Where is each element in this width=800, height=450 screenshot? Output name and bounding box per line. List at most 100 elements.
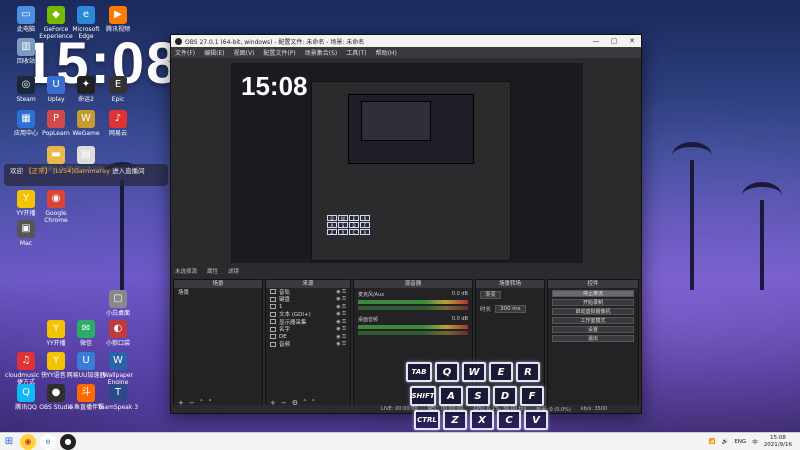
mixer-track: 麦克风/Aux 0.0 dB [354, 288, 472, 313]
obs-taskbar-icon[interactable]: ● [60, 433, 76, 450]
source-item[interactable]: 音频 ◉ ⚿ [266, 341, 350, 348]
key-x: X [470, 410, 494, 430]
obs-dock-panels: 场景 场景 + − ˄ ˅ 来源 音轨 ◉ ⚿ 键盘 ◉ ⚿ 1 ◉ ⚿ 文本 (GDI+) ◉ ⚿… [171, 279, 641, 409]
notification-user: 【正常】 [LV54]Gammaray [25, 167, 111, 175]
minimize-button[interactable]: — [587, 37, 605, 45]
source-type-icon [270, 289, 276, 295]
app-icon: ▶ [109, 6, 127, 24]
source-status-line: 未选择源 属性 滤镜 [171, 265, 641, 277]
menu-item[interactable]: 帮助(H) [376, 48, 397, 57]
scene-item[interactable]: 场景 [174, 288, 262, 296]
track-db: 0.0 dB [451, 291, 468, 297]
source-type-icon [270, 296, 276, 302]
preview-key: Z [327, 229, 337, 235]
windows-start-icon[interactable]: ⊞ [0, 433, 18, 450]
no-source-label: 未选择源 [175, 269, 198, 275]
controls-panel: 控件 停止推流 开始录制 启动虚拟摄像机 工作室模式 设置 退出 [547, 279, 639, 409]
desktop-icon-label: 腾讯视频 [105, 26, 130, 33]
key-c: C [497, 410, 521, 430]
control-button[interactable]: 退出 [552, 334, 634, 342]
edge-taskbar-icon[interactable]: e [40, 433, 56, 450]
control-button[interactable]: 工作室模式 [552, 316, 634, 324]
sources-panel: 来源 音轨 ◉ ⚿ 键盘 ◉ ⚿ 1 ◉ ⚿ 文本 (GDI+) ◉ ⚿ 显示器采集 ◉ ⚿ 名字 ◉… [265, 279, 351, 409]
controls-panel-title: 控件 [548, 280, 638, 288]
taskbar: ⊞ ◉ e ● 📶 🔊 ENG 中 15:08 2021/9/16 [0, 432, 800, 450]
ime-indicator[interactable]: 中 [752, 438, 758, 446]
menu-item[interactable]: 视图(V) [234, 48, 255, 57]
visibility-lock-icon[interactable]: ◉ ⚿ [336, 311, 346, 317]
app-icon: U [77, 352, 95, 370]
window-controls: — ▢ ✕ [587, 37, 641, 45]
desktop-icon-label: Epic [111, 96, 125, 103]
transitions-panel-title: 场景转场 [476, 280, 544, 288]
visibility-lock-icon[interactable]: ◉ ⚿ [336, 334, 346, 340]
menu-item[interactable]: 配置文件(P) [263, 48, 295, 57]
volume-slider[interactable] [358, 331, 468, 335]
obs-preview[interactable]: 15:08 QWER ASDF ZXCV [231, 63, 583, 263]
chrome-taskbar-icon[interactable]: ◉ [20, 433, 36, 450]
obs-logo-icon [175, 37, 182, 45]
volume-slider[interactable] [358, 306, 468, 310]
key-tab: TAB [406, 362, 432, 382]
duration-label: 时长 [480, 307, 492, 313]
transition-select[interactable]: 渐变 [480, 291, 502, 299]
properties-button[interactable]: 属性 [207, 267, 218, 275]
desktop-icon[interactable]: ▶ 腾讯视频 [96, 6, 140, 33]
app-icon: 斗 [77, 384, 95, 402]
desktop-icon[interactable]: ▥ 回收站 [4, 38, 48, 65]
desktop-icon[interactable]: ▢ 小白桌面 [96, 290, 140, 317]
visibility-lock-icon[interactable]: ◉ ⚿ [336, 326, 346, 332]
app-icon: e [77, 6, 95, 24]
close-button[interactable]: ✕ [623, 37, 641, 45]
app-icon: P [47, 110, 65, 128]
app-icon: ◐ [109, 320, 127, 338]
control-button[interactable]: 设置 [552, 325, 634, 333]
preview-clock: 15:08 [241, 71, 308, 101]
live-chat-notification: 欢迎 【正常】 [LV54]Gammaray 进入直播间 [4, 164, 168, 186]
key-ctrl: CTRL [414, 410, 440, 430]
key-s: S [466, 386, 490, 406]
app-icon: ♪ [109, 110, 127, 128]
visibility-lock-icon[interactable]: ◉ ⚿ [336, 289, 346, 295]
app-icon: Y [47, 352, 65, 370]
volume-icon[interactable]: 🔊 [722, 439, 729, 445]
desktop-icon[interactable]: T TeamSpeak 3 [96, 384, 140, 411]
visibility-lock-icon[interactable]: ◉ ⚿ [336, 319, 346, 325]
desktop-icon[interactable]: W Wallpaper Engine [96, 352, 140, 386]
visibility-lock-icon[interactable]: ◉ ⚿ [336, 296, 346, 302]
taskbar-clock[interactable]: 15:08 2021/9/16 [764, 435, 792, 449]
filters-button[interactable]: 滤镜 [228, 267, 239, 275]
control-button[interactable]: 停止推流 [552, 289, 634, 297]
app-icon: ◎ [17, 76, 35, 94]
desktop-icon[interactable]: E Epic [96, 76, 140, 103]
app-icon: ▢ [109, 290, 127, 308]
desktop-icon[interactable]: ◐ 小狼口袋 [96, 320, 140, 347]
menu-item[interactable]: 场景集合(S) [305, 48, 338, 57]
network-icon[interactable]: 📶 [709, 439, 716, 445]
maximize-button[interactable]: ▢ [605, 37, 623, 45]
taskbar-date: 2021/9/16 [763, 441, 792, 448]
visibility-lock-icon[interactable]: ◉ ⚿ [336, 304, 346, 310]
desktop-icon[interactable]: ◉ Google Chrome [34, 190, 78, 224]
control-button[interactable]: 开始录制 [552, 298, 634, 306]
menu-item[interactable]: 工具(T) [346, 48, 366, 57]
visibility-lock-icon[interactable]: ◉ ⚿ [336, 341, 346, 347]
source-item[interactable]: 名字 ◉ ⚿ [266, 326, 350, 333]
control-button[interactable]: 启动虚拟摄像机 [552, 307, 634, 315]
language-indicator[interactable]: ENG [734, 439, 746, 445]
source-item[interactable]: 键盘 ◉ ⚿ [266, 296, 350, 303]
preview-key: D [349, 222, 359, 228]
menu-item[interactable]: 文件(F) [175, 48, 195, 57]
duration-input[interactable]: 300 ms [495, 305, 526, 313]
app-icon: W [77, 110, 95, 128]
menu-item[interactable]: 编辑(E) [204, 48, 224, 57]
key-d: D [493, 386, 517, 406]
desktop-icon[interactable]: ♪ 网易云 [96, 110, 140, 137]
palm-tree [742, 182, 782, 290]
source-type-icon [270, 304, 276, 310]
desktop-icon-label: 回收站 [16, 58, 35, 65]
volume-meter [358, 300, 468, 304]
desktop-icon-label: 小白桌面 [105, 310, 130, 317]
track-db: 0.0 dB [451, 316, 468, 322]
app-icon: ● [47, 384, 65, 402]
